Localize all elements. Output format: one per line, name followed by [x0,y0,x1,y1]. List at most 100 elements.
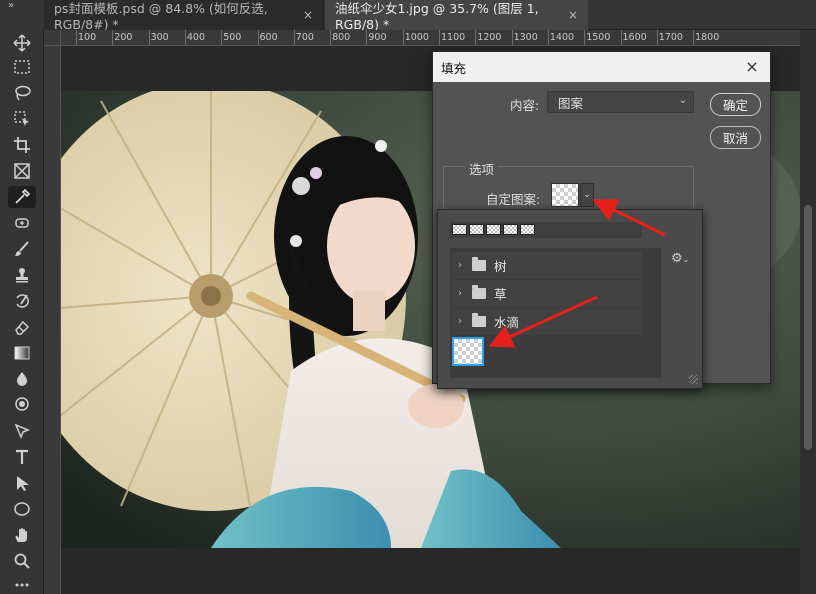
more-tools-icon[interactable] [8,574,36,594]
dodge-tool-icon[interactable] [8,394,36,416]
ok-button[interactable]: 确定 [710,93,761,116]
chevron-right-icon[interactable]: › [452,316,468,327]
ruler-tick [475,30,477,45]
ruler-label: 1400 [549,32,575,43]
dialog-title-bar[interactable]: 填充 × [433,52,770,82]
marquee-tool-icon[interactable] [8,56,36,78]
gradient-tool-icon[interactable] [8,342,36,364]
pattern-dropdown-button[interactable]: ⌄ [580,183,594,207]
content-label: 内容: [510,98,540,113]
blur-tool-icon[interactable] [8,368,36,390]
history-brush-tool-icon[interactable] [8,290,36,312]
folder-icon [472,313,486,327]
object-select-tool-icon[interactable] [8,108,36,130]
content-select-value: 图案 [558,95,584,111]
document-tab-bar: » ps封面模板.psd @ 84.8% (如何反选, RGB/8#) * × … [0,0,816,32]
chevron-right-icon[interactable]: › [452,260,468,271]
ruler-origin[interactable] [44,30,61,46]
tab-psd-template[interactable]: ps封面模板.psd @ 84.8% (如何反选, RGB/8#) * × [44,0,324,32]
zoom-tool-icon[interactable] [8,550,36,572]
ruler-label: 1600 [622,32,647,43]
ruler-label: 100 [78,32,97,43]
collapse-toolbar-icon[interactable]: » [8,0,14,11]
ruler-label: 1700 [658,32,683,43]
toolbox-header: » [0,0,44,30]
pattern-thumbnail-selected[interactable] [452,337,484,366]
recent-pattern-swatch[interactable] [469,224,484,235]
ruler-label: 1000 [404,32,429,43]
ruler-tick [293,30,295,45]
ruler-label: 400 [186,32,206,43]
healing-brush-tool-icon[interactable] [8,212,36,234]
ruler-label: 800 [332,32,351,43]
ruler-tick [148,30,150,45]
tools-panel [0,30,44,594]
recent-pattern-swatch[interactable] [503,224,518,235]
custom-pattern-swatch[interactable] [551,183,579,207]
lasso-tool-icon[interactable] [8,82,36,104]
ruler-tick [112,30,114,45]
ruler-tick [257,30,259,45]
tab-label: 油纸伞少女1.jpg @ 35.7% (图层 1, RGB/8) * [335,1,539,32]
ruler-tick [366,30,368,45]
dialog-title: 填充 [441,60,467,76]
eraser-tool-icon[interactable] [8,316,36,338]
ruler-tick [402,30,404,45]
ruler-tick [76,30,77,45]
cancel-button[interactable]: 取消 [710,126,761,149]
type-tool-icon[interactable] [8,446,36,468]
frame-tool-icon[interactable] [8,160,36,182]
horizontal-ruler[interactable]: 100 200 300 400 500 600 700 800 900 1000 1100 1200 1… [61,30,800,46]
ruler-label: 1500 [586,32,611,43]
ruler-tick [221,30,223,45]
ruler-tick [330,30,332,45]
tab-umbrella-girl[interactable]: 油纸伞少女1.jpg @ 35.7% (图层 1, RGB/8) * × [325,0,588,32]
content-select[interactable]: 图案 ⌄ [547,91,694,113]
ruler-tick [439,30,440,45]
recent-pattern-swatch[interactable] [520,224,535,235]
resize-grip-icon[interactable] [689,375,698,384]
ruler-label: 300 [150,32,169,43]
path-selection-tool-icon[interactable] [8,472,36,494]
ruler-label: 500 [223,32,242,43]
ruler-label: 900 [368,32,387,43]
recent-patterns-strip [450,222,642,238]
tab-close-icon[interactable]: × [303,8,313,22]
ruler-tick [184,30,186,45]
folder-row-tree[interactable]: › 树 [452,252,642,279]
vertical-scrollbar[interactable] [800,30,816,594]
folder-label: 草 [494,287,507,302]
chevron-down-icon: ⌄ [678,95,687,106]
hand-tool-icon[interactable] [8,524,36,546]
folder-icon [472,257,486,271]
photoshop-window: » ps封面模板.psd @ 84.8% (如何反选, RGB/8#) * × … [0,0,816,594]
ruler-tick [511,30,513,45]
clone-stamp-tool-icon[interactable] [8,264,36,286]
close-icon[interactable]: × [742,56,762,76]
move-tool-icon[interactable] [8,32,36,54]
scrollbar-thumb[interactable] [804,205,812,450]
tab-label: ps封面模板.psd @ 84.8% (如何反选, RGB/8#) * [54,1,268,32]
ruler-label: 1100 [441,32,466,43]
gear-icon[interactable]: ⚙⌄ [671,251,689,266]
vertical-ruler[interactable] [44,46,61,594]
brush-tool-icon[interactable] [8,238,36,260]
options-legend: 选项 [465,159,499,178]
ellipse-tool-icon[interactable] [8,498,36,520]
tab-close-icon[interactable]: × [568,8,578,22]
eyedropper-tool-icon[interactable] [8,186,36,208]
folder-label: 水滴 [494,315,520,330]
ruler-tick [693,30,695,45]
folder-row-water-drops[interactable]: › 水滴 [452,308,642,335]
recent-pattern-swatch[interactable] [452,224,467,235]
ruler-label: 1800 [695,32,720,43]
custom-pattern-label: 自定图案: [486,192,541,207]
ruler-tick [656,30,658,45]
crop-tool-icon[interactable] [8,134,36,156]
folder-row-grass[interactable]: › 草 [452,280,642,307]
ruler-label: 1200 [477,32,502,43]
pen-tool-icon[interactable] [8,420,36,442]
chevron-right-icon[interactable]: › [452,288,468,299]
recent-pattern-swatch[interactable] [486,224,501,235]
ruler-tick [547,30,549,45]
